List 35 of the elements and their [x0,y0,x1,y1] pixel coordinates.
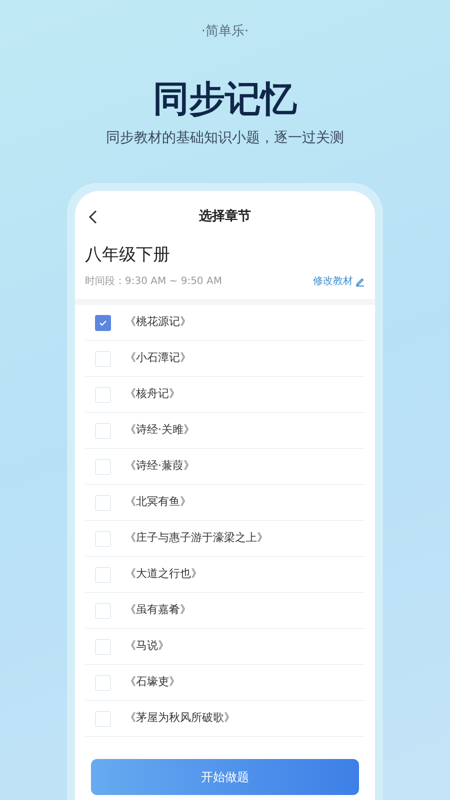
time-range: 时间段：9:30 AM ~ 9:50 AM [85,274,222,289]
chapter-label: 《大道之行也》 [125,566,202,582]
change-textbook-link[interactable]: 修改教材 [313,274,365,289]
checkbox[interactable] [95,314,111,330]
chapter-label: 《小石潭记》 [125,350,191,366]
checkbox[interactable] [95,350,111,366]
pencil-icon [355,276,365,286]
chevron-left-icon [88,208,98,224]
brand-tagline: ·简单乐· [201,23,249,41]
subtitle: 同步教材的基础知识小题，逐一过关测 [106,128,344,148]
chapter-label: 《诗经·蒹葭》 [125,458,194,474]
chapter-label: 《北冥有鱼》 [125,494,191,510]
checkbox[interactable] [95,710,111,726]
checkbox[interactable] [95,530,111,546]
checkbox[interactable] [95,386,111,402]
checkbox[interactable] [95,566,111,582]
start-button[interactable]: 开始做题 [91,759,359,795]
checkbox[interactable] [95,602,111,618]
checkbox[interactable] [95,674,111,690]
chapter-label: 《庄子与惠子游于濠梁之上》 [125,530,268,546]
chapter-label: 《核舟记》 [125,386,180,402]
check-icon [98,318,108,328]
chapter-label: 《石壕吏》 [125,674,180,690]
book-title: 八年级下册 [84,244,171,266]
screen-title: 选择章节 [199,208,251,226]
chapter-label: 《茅屋为秋风所破歌》 [125,710,235,726]
chapter-label: 《诗经·关雎》 [125,422,194,438]
checkbox[interactable] [95,458,111,474]
chapter-label: 《虽有嘉肴》 [125,602,191,618]
chapter-label: 《马说》 [125,638,169,654]
chapter-label: 《桃花源记》 [125,314,191,330]
checkbox[interactable] [95,494,111,510]
checkbox[interactable] [95,638,111,654]
checkbox[interactable] [95,422,111,438]
headline: 同步记忆 [153,78,297,122]
